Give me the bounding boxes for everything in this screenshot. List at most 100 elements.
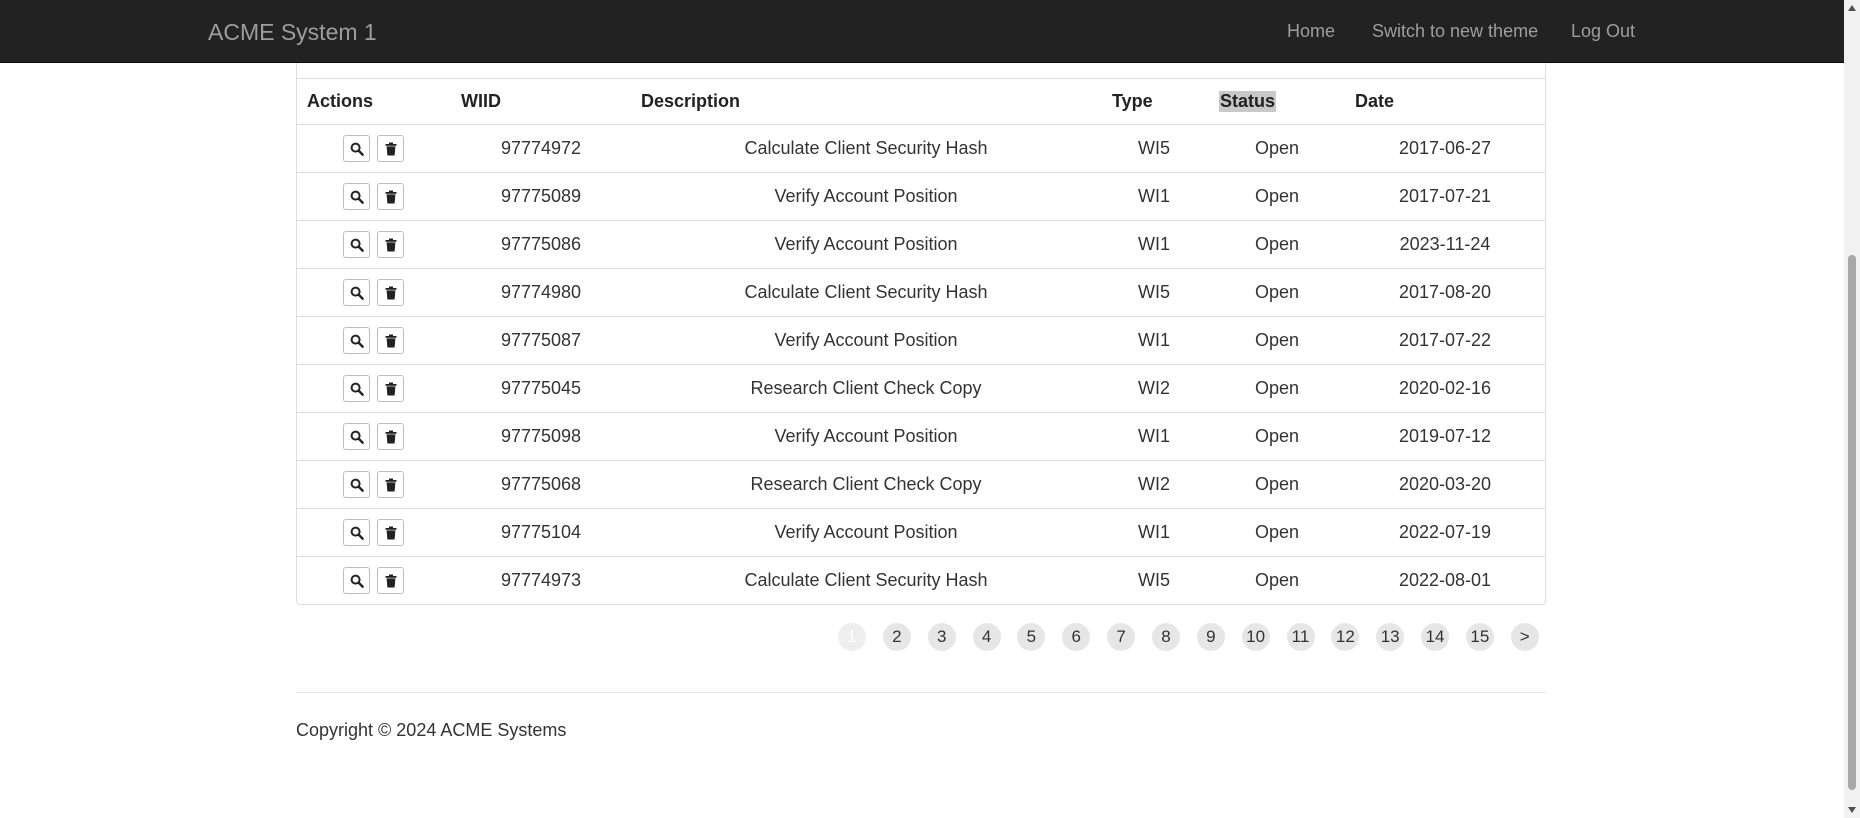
cell-status: Open xyxy=(1254,570,1300,590)
trash-icon xyxy=(385,286,397,300)
header-status[interactable]: Status xyxy=(1219,91,1277,112)
header-date[interactable]: Date xyxy=(1355,91,1394,112)
app-brand[interactable]: ACME System 1 xyxy=(208,19,377,46)
delete-button[interactable] xyxy=(377,135,404,162)
nav-logout-link[interactable]: Log Out xyxy=(1571,21,1635,42)
table-row: 97775087 Verify Account Position WI1 Open 20… xyxy=(297,317,1545,365)
delete-button[interactable] xyxy=(377,375,404,402)
cell-wiid: 97774973 xyxy=(500,570,582,590)
cell-wiid: 97775087 xyxy=(500,330,582,350)
page-button-4[interactable]: 4 xyxy=(972,623,1001,651)
page-button-1[interactable]: 1 xyxy=(838,623,866,651)
cell-date: 2022-07-19 xyxy=(1398,522,1492,542)
view-button[interactable] xyxy=(343,567,370,594)
cell-date: 2017-08-20 xyxy=(1398,282,1492,302)
cell-type: WI1 xyxy=(1137,234,1171,254)
cell-description: Calculate Client Security Hash xyxy=(744,570,988,590)
delete-button[interactable] xyxy=(377,567,404,594)
trash-icon xyxy=(385,430,397,444)
cell-date: 2017-07-21 xyxy=(1398,186,1492,206)
page-scrollbar[interactable] xyxy=(1844,0,1860,818)
delete-button[interactable] xyxy=(377,327,404,354)
trash-icon xyxy=(385,190,397,204)
view-button[interactable] xyxy=(343,135,370,162)
nav-switch-theme-link[interactable]: Switch to new theme xyxy=(1372,21,1538,42)
view-button[interactable] xyxy=(343,327,370,354)
table-row: 97775098 Verify Account Position WI1 Open 20… xyxy=(297,413,1545,461)
page-button-13[interactable]: 13 xyxy=(1376,623,1405,651)
work-items-table: Actions WIID Description Type Status Dat… xyxy=(296,63,1546,605)
cell-type: WI5 xyxy=(1137,570,1171,590)
cell-wiid: 97775089 xyxy=(500,186,582,206)
cell-date: 2019-07-12 xyxy=(1398,426,1492,446)
table-row: 97775104 Verify Account Position WI1 Open 20… xyxy=(297,509,1545,557)
view-button[interactable] xyxy=(343,231,370,258)
page-button-8[interactable]: 8 xyxy=(1151,623,1180,651)
search-icon xyxy=(350,238,364,252)
view-button[interactable] xyxy=(343,519,370,546)
cell-type: WI2 xyxy=(1137,378,1171,398)
trash-icon xyxy=(385,574,397,588)
cell-date: 2023-11-24 xyxy=(1399,234,1491,254)
delete-button[interactable] xyxy=(377,471,404,498)
table-row: 97774972 Calculate Client Security Hash WI… xyxy=(297,125,1545,173)
search-icon xyxy=(350,574,364,588)
page-button-12[interactable]: 12 xyxy=(1331,623,1360,651)
delete-button[interactable] xyxy=(377,183,404,210)
cell-date: 2020-03-20 xyxy=(1398,474,1492,494)
cell-type: WI1 xyxy=(1137,426,1171,446)
cell-status: Open xyxy=(1254,186,1300,206)
cell-wiid: 97774972 xyxy=(500,138,582,158)
page-button-15[interactable]: 15 xyxy=(1465,623,1494,651)
cell-status: Open xyxy=(1254,522,1300,542)
delete-button[interactable] xyxy=(377,519,404,546)
cell-type: WI5 xyxy=(1137,282,1171,302)
page-button-9[interactable]: 9 xyxy=(1196,623,1225,651)
header-description[interactable]: Description xyxy=(641,91,740,112)
delete-button[interactable] xyxy=(377,423,404,450)
cell-status: Open xyxy=(1254,426,1300,446)
page-button-7[interactable]: 7 xyxy=(1107,623,1136,651)
page-button-6[interactable]: 6 xyxy=(1062,623,1091,651)
search-icon xyxy=(350,334,364,348)
page-button-5[interactable]: 5 xyxy=(1017,623,1046,651)
table-header: Actions WIID Description Type Status Dat… xyxy=(297,78,1545,125)
cell-description: Verify Account Position xyxy=(774,186,958,206)
cell-status: Open xyxy=(1254,378,1300,398)
view-button[interactable] xyxy=(343,279,370,306)
view-button[interactable] xyxy=(343,375,370,402)
cell-wiid: 97775098 xyxy=(500,426,582,446)
search-icon xyxy=(350,286,364,300)
page-button-2[interactable]: 2 xyxy=(882,623,911,651)
header-type[interactable]: Type xyxy=(1112,91,1153,112)
scroll-down-arrow-icon[interactable] xyxy=(1844,802,1860,818)
table-row: 97775089 Verify Account Position WI1 Open 20… xyxy=(297,173,1545,221)
cell-description: Verify Account Position xyxy=(774,234,958,254)
table-row: 97775045 Research Client Check Copy WI2 Ope… xyxy=(297,365,1545,413)
page-button-14[interactable]: 14 xyxy=(1421,623,1450,651)
top-navbar: ACME System 1 Home Switch to new theme L… xyxy=(0,0,1860,63)
header-wiid[interactable]: WIID xyxy=(461,91,501,112)
cell-description: Verify Account Position xyxy=(774,522,958,542)
cell-status: Open xyxy=(1254,282,1300,302)
next-page-button[interactable]: > xyxy=(1510,623,1539,651)
table-row: 97775068 Research Client Check Copy WI2 Ope… xyxy=(297,461,1545,509)
cell-status: Open xyxy=(1254,474,1300,494)
header-actions[interactable]: Actions xyxy=(307,91,373,112)
delete-button[interactable] xyxy=(377,279,404,306)
nav-home-link[interactable]: Home xyxy=(1287,21,1335,42)
search-icon xyxy=(350,478,364,492)
page-button-10[interactable]: 10 xyxy=(1241,623,1270,651)
cell-date: 2020-02-16 xyxy=(1398,378,1492,398)
view-button[interactable] xyxy=(343,471,370,498)
trash-icon xyxy=(385,478,397,492)
view-button[interactable] xyxy=(343,423,370,450)
view-button[interactable] xyxy=(343,183,370,210)
cell-status: Open xyxy=(1254,234,1300,254)
scrollbar-thumb[interactable] xyxy=(1848,255,1856,790)
page-button-11[interactable]: 11 xyxy=(1286,623,1315,651)
page-button-3[interactable]: 3 xyxy=(927,623,956,651)
delete-button[interactable] xyxy=(377,231,404,258)
scroll-up-arrow-icon[interactable] xyxy=(1844,0,1860,16)
cell-wiid: 97774980 xyxy=(500,282,582,302)
